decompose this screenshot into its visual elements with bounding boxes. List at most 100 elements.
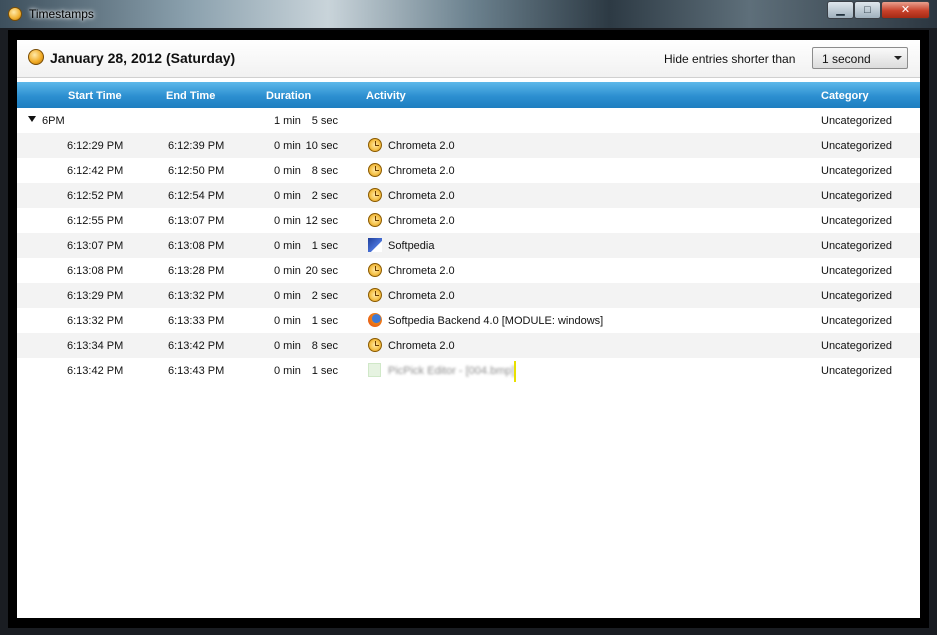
category[interactable]: Uncategorized <box>821 240 892 252</box>
start-time: 6:13:29 PM <box>67 290 124 302</box>
date-header: January 28, 2012 (Saturday) Hide entries… <box>17 40 920 78</box>
clock-icon <box>368 213 382 227</box>
activity-name: Chrometa 2.0 <box>388 215 455 227</box>
group-row[interactable]: 6PM 1 min 5 sec Uncategorized <box>17 108 920 133</box>
duration-min: 0 min <box>274 165 301 177</box>
activity-name: Chrometa 2.0 <box>388 165 455 177</box>
end-time: 6:13:07 PM <box>168 215 225 227</box>
table-row[interactable]: 6:12:29 PM 6:12:39 PM 0 min 10 sec Chrom… <box>17 133 920 158</box>
table-row[interactable]: 6:13:07 PM 6:13:08 PM 0 min 1 sec Softpe… <box>17 233 920 258</box>
category[interactable]: Uncategorized <box>821 190 892 202</box>
category[interactable]: Uncategorized <box>821 340 892 352</box>
table-row[interactable]: 6:13:32 PM 6:13:33 PM 0 min 1 sec Softpe… <box>17 308 920 333</box>
duration-sec: 2 sec <box>311 290 338 302</box>
calendar-clock-icon <box>28 49 44 65</box>
duration-min: 0 min <box>274 240 301 252</box>
table-row[interactable]: 6:13:08 PM 6:13:28 PM 0 min 20 sec Chrom… <box>17 258 920 283</box>
end-time: 6:13:08 PM <box>168 240 225 252</box>
duration-min: 0 min <box>274 215 301 227</box>
date-title: January 28, 2012 (Saturday) <box>50 50 236 66</box>
hide-entries-label: Hide entries shorter than <box>664 52 796 66</box>
activity-name: Chrometa 2.0 <box>388 190 455 202</box>
table-row[interactable]: 6:12:52 PM 6:12:54 PM 0 min 2 sec Chrome… <box>17 183 920 208</box>
minimize-button[interactable]: ▁ <box>827 1 854 19</box>
min-duration-value: 1 second <box>822 52 871 66</box>
category[interactable]: Uncategorized <box>821 265 892 277</box>
end-time: 6:13:32 PM <box>168 290 225 302</box>
end-time: 6:13:43 PM <box>168 365 225 377</box>
end-time: 6:13:33 PM <box>168 315 225 327</box>
group-category: Uncategorized <box>821 115 892 127</box>
duration-min: 0 min <box>274 315 301 327</box>
timestamps-panel: January 28, 2012 (Saturday) Hide entries… <box>17 40 920 618</box>
column-category[interactable]: Category <box>821 90 869 102</box>
group-duration-min: 1 min <box>274 115 301 127</box>
timestamp-list: 6PM 1 min 5 sec Uncategorized 6:12:29 PM… <box>17 108 920 383</box>
duration-min: 0 min <box>274 365 301 377</box>
column-duration[interactable]: Duration <box>266 90 311 102</box>
activity-name: Chrometa 2.0 <box>388 340 455 352</box>
title-bar[interactable]: Timestamps ▁ □ ✕ <box>0 0 937 28</box>
end-time: 6:13:28 PM <box>168 265 225 277</box>
duration-sec: 1 sec <box>311 240 338 252</box>
activity-name: Chrometa 2.0 <box>388 290 455 302</box>
start-time: 6:13:32 PM <box>67 315 124 327</box>
category[interactable]: Uncategorized <box>821 140 892 152</box>
duration-min: 0 min <box>274 265 301 277</box>
start-time: 6:13:42 PM <box>67 365 124 377</box>
category[interactable]: Uncategorized <box>821 315 892 327</box>
table-row[interactable]: 6:12:55 PM 6:13:07 PM 0 min 12 sec Chrom… <box>17 208 920 233</box>
end-time: 6:12:54 PM <box>168 190 225 202</box>
start-time: 6:13:07 PM <box>67 240 124 252</box>
picpick-icon <box>368 363 381 377</box>
duration-sec: 8 sec <box>311 340 338 352</box>
text-cursor-marker <box>514 361 516 382</box>
column-start-time[interactable]: Start Time <box>68 90 122 102</box>
maximize-button[interactable]: □ <box>854 1 881 19</box>
firefox-icon <box>368 313 382 327</box>
chevron-down-icon <box>894 56 902 60</box>
table-row[interactable]: 6:12:42 PM 6:12:50 PM 0 min 8 sec Chrome… <box>17 158 920 183</box>
clock-icon <box>368 138 382 152</box>
duration-min: 0 min <box>274 140 301 152</box>
duration-sec: 2 sec <box>311 190 338 202</box>
close-button[interactable]: ✕ <box>881 1 930 19</box>
activity-name: Softpedia Backend 4.0 [MODULE: windows] <box>388 315 604 327</box>
duration-min: 0 min <box>274 340 301 352</box>
clock-icon <box>368 338 382 352</box>
end-time: 6:13:42 PM <box>168 340 225 352</box>
table-row[interactable]: 6:13:29 PM 6:13:32 PM 0 min 2 sec Chrome… <box>17 283 920 308</box>
clock-icon <box>368 163 382 177</box>
start-time: 6:13:34 PM <box>67 340 124 352</box>
end-time: 6:12:39 PM <box>168 140 225 152</box>
clock-icon <box>368 188 382 202</box>
table-row[interactable]: 6:13:42 PM 6:13:43 PM 0 min 1 sec PicPic… <box>17 358 920 383</box>
duration-sec: 8 sec <box>311 165 338 177</box>
table-row[interactable]: 6:13:34 PM 6:13:42 PM 0 min 8 sec Chrome… <box>17 333 920 358</box>
end-time: 6:12:50 PM <box>168 165 225 177</box>
duration-sec: 1 sec <box>311 315 338 327</box>
duration-sec: 1 sec <box>311 365 338 377</box>
start-time: 6:12:55 PM <box>67 215 124 227</box>
clock-icon <box>368 263 382 277</box>
column-end-time[interactable]: End Time <box>166 90 215 102</box>
category[interactable]: Uncategorized <box>821 165 892 177</box>
column-activity[interactable]: Activity <box>366 90 406 102</box>
category[interactable]: Uncategorized <box>821 215 892 227</box>
app-clock-icon <box>8 7 22 21</box>
category[interactable]: Uncategorized <box>821 365 892 377</box>
softpedia-icon <box>368 238 382 252</box>
start-time: 6:13:08 PM <box>67 265 124 277</box>
start-time: 6:12:52 PM <box>67 190 124 202</box>
start-time: 6:12:42 PM <box>67 165 124 177</box>
group-label: 6PM <box>42 115 65 127</box>
category[interactable]: Uncategorized <box>821 290 892 302</box>
activity-name: Chrometa 2.0 <box>388 265 455 277</box>
duration-min: 0 min <box>274 190 301 202</box>
duration-sec: 12 sec <box>305 215 338 227</box>
duration-min: 0 min <box>274 290 301 302</box>
min-duration-dropdown[interactable]: 1 second <box>812 47 908 69</box>
window-title: Timestamps <box>29 7 94 21</box>
expand-triangle-icon[interactable] <box>28 116 36 122</box>
table-header: Start Time End Time Duration Activity Ca… <box>17 82 920 108</box>
